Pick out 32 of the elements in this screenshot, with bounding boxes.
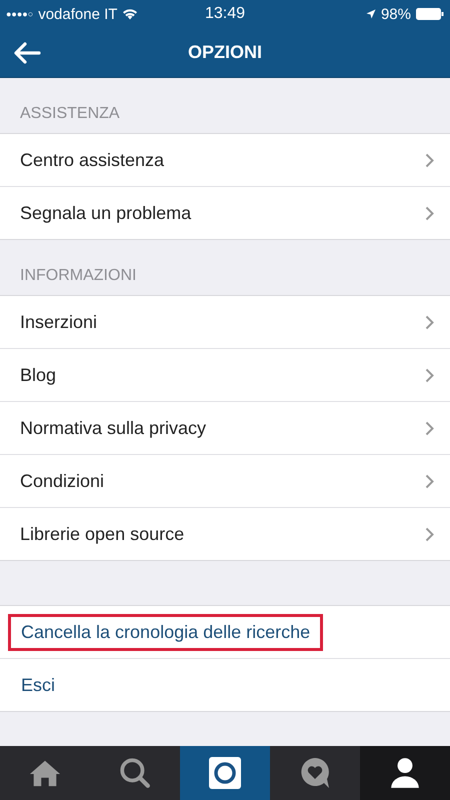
- screen-title: OPZIONI: [188, 42, 262, 63]
- chevron-icon: [425, 152, 434, 168]
- camera-tab[interactable]: [180, 746, 270, 800]
- battery-icon: [416, 8, 444, 20]
- profile-tab[interactable]: [360, 746, 450, 800]
- chevron-icon: [425, 420, 434, 436]
- menu-item[interactable]: Segnala un problema: [0, 187, 450, 240]
- menu-item[interactable]: Normativa sulla privacy: [0, 402, 450, 455]
- action-link[interactable]: Cancella la cronologia delle ricerche: [8, 614, 324, 650]
- battery-percent: 98%: [380, 6, 411, 22]
- location-arrow-icon: [366, 9, 376, 19]
- chevron-icon: [425, 474, 434, 488]
- wifi-icon: [122, 8, 138, 20]
- menu-item[interactable]: Inserzioni: [0, 296, 450, 349]
- carrier-name: vodafone IT: [38, 6, 118, 22]
- back-arrow-icon[interactable]: [13, 42, 41, 64]
- chevron-icon: [425, 314, 434, 330]
- section-heading: ASSISTENZA: [20, 105, 120, 123]
- camera-icon: [209, 757, 241, 789]
- heart-bubble-icon: [299, 757, 331, 789]
- menu-item[interactable]: Blog: [0, 349, 450, 402]
- action-link[interactable]: Esci: [8, 666, 68, 704]
- section-heading: INFORMAZIONI: [20, 267, 136, 285]
- chevron-icon: [425, 526, 434, 542]
- search-icon: [119, 757, 151, 789]
- clock-time: 13:49: [204, 5, 246, 23]
- signal-dots: ●●●●○: [6, 9, 34, 19]
- chevron-icon: [425, 206, 434, 220]
- chevron-icon: [425, 368, 434, 382]
- menu-item[interactable]: Condizioni: [0, 455, 450, 508]
- menu-item[interactable]: Centro assistenza: [0, 134, 450, 187]
- person-icon: [389, 757, 421, 789]
